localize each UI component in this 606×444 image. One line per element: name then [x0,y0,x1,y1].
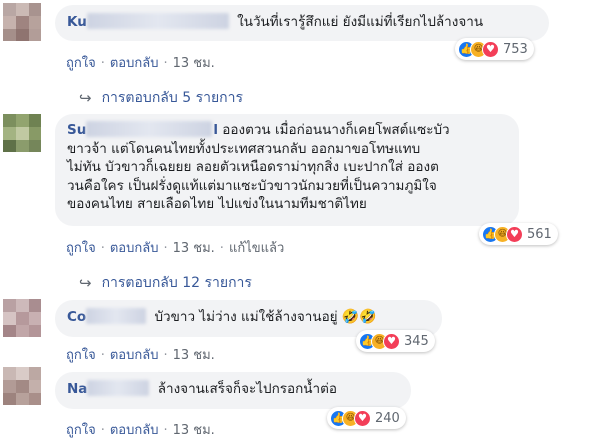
edited-label[interactable]: แก้ไขแล้ว [229,241,284,256]
reaction-summary[interactable]: 👍 😆 ♥ 345 [356,330,435,352]
commenter-name-tail[interactable]: l [213,122,218,138]
comment-text: ในวันที่เรารู้สึกแย่ ยังมีแม่ที่เรียกไปล… [237,14,484,30]
avatar[interactable] [3,114,41,152]
separator: · [100,241,105,256]
commenter-name[interactable]: Ku [67,14,87,30]
reply-arrow-icon: ↪ [79,89,92,107]
comment-actions: ถูกใจ · ตอบกลับ · 13 ชม. [66,52,215,73]
reply-link[interactable]: ตอบกลับ [110,348,159,363]
separator: · [100,423,105,438]
comment-text-line: อองตวน เมื่อก่อนนางก็เคยโพสต์แซะบัว [222,122,450,138]
reaction-count: 240 [375,410,400,426]
love-icon: ♥ [354,409,371,427]
replies-label: การตอบกลับ 12 รายการ [101,275,252,291]
reaction-count: 345 [404,333,429,349]
love-icon: ♥ [383,332,400,350]
reaction-summary[interactable]: 👍 😆 ♥ 753 [455,38,534,60]
reply-link[interactable]: ตอบกลับ [110,423,159,438]
separator: · [163,423,168,438]
comment-actions: ถูกใจ · ตอบกลับ · 13 ชม. · แก้ไขแล้ว [66,237,284,258]
rofl-emoji: 🤣🤣 [341,309,377,325]
comment-text: ล้างจานเสร็จก็จะไปกรอกน้ำต่อ [157,381,337,397]
comment-bubble: Su l อองตวน เมื่อก่อนนางก็เคยโพสต์แซะบัว … [55,114,519,226]
separator: · [163,241,168,256]
separator: · [100,56,105,71]
commenter-name[interactable]: Co [67,309,86,325]
redacted-name-blur [86,13,229,29]
replies-label: การตอบกลับ 5 รายการ [101,90,244,106]
reply-link[interactable]: ตอบกลับ [110,241,159,256]
commenter-name[interactable]: Na [67,381,87,397]
redacted-name-blur [87,380,150,396]
redacted-name-blur [86,308,147,324]
separator: · [163,348,168,363]
reaction-count: 753 [503,41,528,57]
separator: · [219,241,224,256]
reply-arrow-icon: ↪ [79,274,92,292]
reply-link[interactable]: ตอบกลับ [110,56,159,71]
separator: · [100,348,105,363]
comment-text-line: ไม่ทัน บัวขาวก็เฉยยย ลอยตัวเหนือดราม่าทุ… [67,159,439,175]
separator: · [163,56,168,71]
comment-actions: ถูกใจ · ตอบกลับ · 13 ชม. [66,344,215,365]
timestamp[interactable]: 13 ชม. [173,56,215,71]
comment-actions: ถูกใจ · ตอบกลับ · 13 ชม. [66,419,215,440]
comment-bubble: Ku ในวันที่เรารู้สึกแย่ ยังมีแม่ที่เรียก… [55,5,549,41]
comment-bubble: Na ล้างจานเสร็จก็จะไปกรอกน้ำต่อ [55,372,411,409]
like-link[interactable]: ถูกใจ [66,423,96,438]
view-replies-link[interactable]: ↪ การตอบกลับ 5 รายการ [79,87,243,109]
like-link[interactable]: ถูกใจ [66,348,96,363]
love-icon: ♥ [482,40,499,58]
timestamp[interactable]: 13 ชม. [173,241,215,256]
like-link[interactable]: ถูกใจ [66,56,96,71]
avatar[interactable] [3,299,41,337]
timestamp[interactable]: 13 ชม. [173,423,215,438]
avatar[interactable] [3,3,41,41]
commenter-name[interactable]: Su [67,122,86,138]
timestamp[interactable]: 13 ชม. [173,348,215,363]
redacted-name-blur [86,121,213,137]
comment-first-line: Su l อองตวน เมื่อก่อนนางก็เคยโพสต์แซะบัว [67,121,507,140]
view-replies-link[interactable]: ↪ การตอบกลับ 12 รายการ [79,272,252,294]
avatar[interactable] [3,367,41,405]
comment-text: บัวขาว ไม่ว่าง แม่ใช้ล้างจานอยู่ [154,309,338,325]
like-link[interactable]: ถูกใจ [66,241,96,256]
comment-text-line: ขาวจ้า แต่โดนคนไทยทั้งประเทศสวนกลับ ออกม… [67,140,421,157]
reaction-summary[interactable]: 👍 😆 ♥ 240 [327,407,406,429]
reaction-count: 561 [527,226,552,242]
comment-text-line: วนคือใคร เป็นฝรั่งดูแท้แต่มาแซะบัวขาวนัก… [67,177,437,194]
comment-text-line: ของคนไทย สายเลือดไทย ไปแข่งในนามทีมชาติไ… [67,196,367,212]
love-icon: ♥ [506,225,523,243]
reaction-summary[interactable]: 👍 😆 ♥ 561 [479,223,558,245]
